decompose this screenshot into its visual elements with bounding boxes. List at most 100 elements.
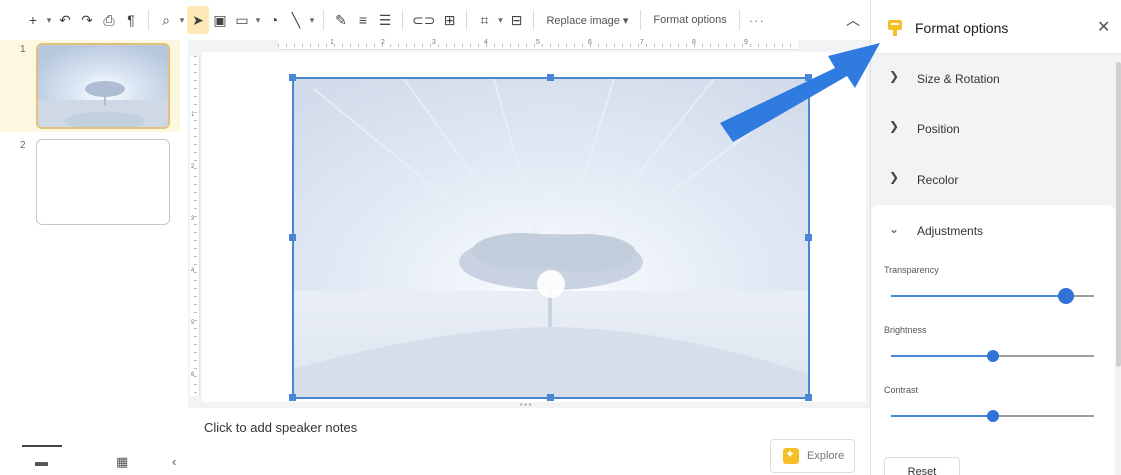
chevron-down-icon[interactable]: ▾ (44, 6, 54, 34)
explore-icon (783, 447, 799, 464)
ruler-number: 1 (191, 112, 195, 118)
line-icon[interactable]: ╲ (285, 6, 307, 34)
image-icon[interactable]: ▭ (231, 6, 253, 34)
explore-label: Explore (807, 450, 845, 462)
ruler-number: 6 (191, 372, 195, 378)
section-label: Position (917, 122, 960, 136)
brightness-label: Brightness (884, 325, 927, 335)
resize-handle[interactable] (289, 234, 296, 241)
resize-handle[interactable] (289, 74, 296, 81)
grid-view-icon[interactable]: ▦ (116, 454, 128, 470)
panel-scrollbar-thumb[interactable] (1116, 62, 1121, 367)
line-chevron-icon[interactable]: ▾ (307, 6, 317, 34)
section-size-rotation[interactable]: ❯ Size & Rotation (871, 54, 1115, 104)
image-chevron-icon[interactable]: ▾ (253, 6, 263, 34)
replace-image-button[interactable]: Replace image ▾ (540, 6, 634, 34)
close-icon[interactable]: ✕ (1097, 17, 1110, 37)
slide-number: 2 (20, 140, 26, 151)
ruler-number: 2 (381, 39, 385, 46)
slides-editor: + ▾ ↶ ↷ ⎙ ¶ ⌕ ▾ ➤ ▣ ▭ ▾ ◔ ╲ ▾ ✎ ≡ ☰ ⊂⊃ ⊞… (0, 0, 1121, 475)
crop-icon[interactable]: ⌗ (473, 6, 495, 34)
mask-icon[interactable]: ⊟ (505, 6, 527, 34)
link-icon[interactable]: ⊂⊃ (409, 6, 438, 34)
slide-thumbnail-2[interactable]: 2 (0, 136, 180, 228)
slide-preview[interactable] (36, 43, 170, 129)
paint-format-icon[interactable]: ¶ (120, 6, 142, 34)
slide-canvas[interactable] (202, 52, 866, 402)
resize-handle[interactable] (805, 74, 812, 81)
vertical-ruler[interactable]: 1 2 3 4 5 6 (190, 56, 200, 396)
zoom-icon[interactable]: ⌕ (155, 6, 177, 34)
horizontal-ruler[interactable]: 1 2 3 4 5 6 7 8 9 (278, 39, 798, 50)
filmstrip-view-icon[interactable]: ▬ (35, 454, 48, 469)
speaker-notes[interactable]: Click to add speaker notes Explore (188, 408, 870, 475)
tree-image-thumbnail (38, 45, 168, 127)
format-options-button[interactable]: Format options (647, 6, 732, 34)
new-slide-button[interactable]: + (22, 6, 44, 34)
slider-fill (891, 295, 1066, 297)
section-label[interactable]: Adjustments (917, 224, 983, 238)
slide-preview[interactable] (36, 139, 170, 225)
chevron-right-icon: ❯ (889, 69, 900, 83)
collapse-filmstrip-icon[interactable]: ‹ (172, 454, 176, 469)
resize-handle[interactable] (547, 394, 554, 401)
slider-fill (891, 415, 993, 417)
slider-knob[interactable] (986, 350, 999, 362)
explore-button[interactable]: Explore (770, 439, 855, 473)
resize-handle[interactable] (805, 394, 812, 401)
slider-knob[interactable] (1057, 288, 1074, 304)
toolbar: + ▾ ↶ ↷ ⎙ ¶ ⌕ ▾ ➤ ▣ ▭ ▾ ◔ ╲ ▾ ✎ ≡ ☰ ⊂⊃ ⊞… (0, 0, 870, 40)
toolbar-divider (466, 10, 468, 30)
pen-icon[interactable]: ✎ (330, 6, 352, 34)
more-options-button[interactable]: ··· (746, 6, 768, 34)
tree-sunset-image (294, 79, 808, 397)
contrast-label: Contrast (884, 385, 919, 395)
section-position[interactable]: ❯ Position (871, 104, 1115, 154)
panel-title: Format options (915, 20, 1009, 36)
slider-knob[interactable] (986, 410, 999, 422)
ruler-number: 4 (484, 39, 488, 46)
slide-number: 1 (20, 44, 26, 55)
resize-handle[interactable] (547, 74, 554, 81)
line-dash-icon[interactable]: ☰ (374, 6, 396, 34)
resize-handle[interactable] (805, 234, 812, 241)
print-icon[interactable]: ⎙ (98, 6, 120, 34)
resize-handle[interactable] (289, 394, 296, 401)
toolbar-divider (323, 10, 324, 30)
toolbar-divider (738, 10, 740, 30)
ruler-number: 4 (191, 268, 195, 274)
section-adjustments: ⌄ Adjustments Transparency Brightness Co… (871, 205, 1115, 475)
line-weight-icon[interactable]: ≡ (352, 6, 374, 34)
filmstrip-bottom-bar: ▬ ▦ ‹ (0, 440, 188, 475)
ruler-number: 5 (191, 320, 195, 326)
transparency-label: Transparency (884, 265, 939, 275)
selected-image[interactable] (292, 77, 810, 399)
speaker-notes-placeholder[interactable]: Click to add speaker notes (204, 420, 357, 435)
filmstrip: 1 2 (0, 40, 188, 448)
brightness-slider[interactable] (891, 350, 1094, 362)
format-options-panel: Format options ✕ ❯ Size & Rotation ❯ Pos… (870, 0, 1121, 475)
ruler-ticks (194, 56, 197, 396)
section-recolor[interactable]: ❯ Recolor (871, 155, 1115, 205)
slide-thumbnail-1[interactable]: 1 (0, 40, 180, 132)
toolbar-divider (640, 10, 642, 30)
ruler-number: 8 (692, 39, 696, 46)
slider-fill (891, 355, 993, 357)
toolbar-divider (533, 10, 535, 30)
ruler-number: 3 (432, 39, 436, 46)
collapse-toolbar-icon[interactable]: ︿ (846, 10, 860, 30)
chevron-right-icon: ❯ (889, 119, 900, 133)
zoom-chevron-icon[interactable]: ▾ (177, 6, 187, 34)
contrast-slider[interactable] (891, 410, 1094, 422)
comment-icon[interactable]: ⊞ (438, 6, 460, 34)
ruler-number: 7 (640, 39, 644, 46)
text-box-icon[interactable]: ▣ (209, 6, 231, 34)
undo-icon[interactable]: ↶ (54, 6, 76, 34)
redo-icon[interactable]: ↷ (76, 6, 98, 34)
select-cursor-icon[interactable]: ➤ (187, 6, 209, 34)
chevron-down-icon[interactable]: ⌄ (889, 222, 899, 236)
crop-chevron-icon[interactable]: ▾ (495, 6, 505, 34)
reset-button[interactable]: Reset (884, 457, 960, 475)
transparency-slider[interactable] (891, 288, 1094, 304)
shape-icon[interactable]: ◔ (263, 6, 285, 34)
